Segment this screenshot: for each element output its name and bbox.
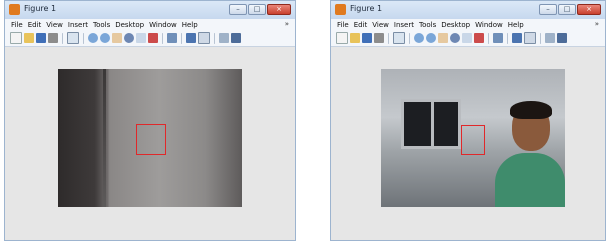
hide-plot-tools-icon[interactable] <box>219 33 229 43</box>
new-figure-icon[interactable] <box>336 32 348 44</box>
roi-rectangle <box>136 124 166 155</box>
legend-icon[interactable] <box>524 32 536 44</box>
zoom-out-icon[interactable] <box>426 33 436 43</box>
menu-tools[interactable]: Tools <box>419 21 436 29</box>
toolbar-separator <box>409 32 410 44</box>
toolbar-separator <box>388 32 389 44</box>
colorbar-icon[interactable] <box>186 33 196 43</box>
figure-window-left: Figure 1 – □ × File Edit View Insert Too… <box>4 0 296 241</box>
close-button[interactable]: × <box>267 4 291 15</box>
zoom-in-icon[interactable] <box>88 33 98 43</box>
figure-toolbar <box>5 30 295 47</box>
menu-edit[interactable]: Edit <box>354 21 368 29</box>
hide-plot-tools-icon[interactable] <box>545 33 555 43</box>
toolbar-separator <box>488 32 489 44</box>
toolbar-separator <box>162 32 163 44</box>
menu-insert[interactable]: Insert <box>68 21 88 29</box>
maximize-button[interactable]: □ <box>248 4 266 15</box>
menu-desktop[interactable]: Desktop <box>441 21 470 29</box>
window-title: Figure 1 <box>24 4 57 13</box>
edit-plot-icon[interactable] <box>67 32 79 44</box>
menu-help[interactable]: Help <box>508 21 524 29</box>
pan-icon[interactable] <box>112 33 122 43</box>
show-plot-tools-icon[interactable] <box>557 33 567 43</box>
person-face <box>495 97 565 207</box>
edit-plot-icon[interactable] <box>393 32 405 44</box>
data-cursor-icon[interactable] <box>136 33 146 43</box>
toolbar-separator <box>181 32 182 44</box>
roi-rectangle <box>461 125 485 155</box>
link-icon[interactable] <box>167 33 177 43</box>
figure-canvas <box>5 47 295 240</box>
menu-help[interactable]: Help <box>182 21 198 29</box>
menu-bar: File Edit View Insert Tools Desktop Wind… <box>331 19 605 30</box>
menu-file[interactable]: File <box>337 21 349 29</box>
zoom-out-icon[interactable] <box>100 33 110 43</box>
menu-desktop[interactable]: Desktop <box>115 21 144 29</box>
toolbar-separator <box>507 32 508 44</box>
minimize-button[interactable]: – <box>539 4 557 15</box>
background-window <box>401 99 461 149</box>
open-file-icon[interactable] <box>350 33 360 43</box>
matlab-icon <box>335 4 346 15</box>
rotate-3d-icon[interactable] <box>124 33 134 43</box>
webcam-frame-image <box>58 69 242 207</box>
data-cursor-icon[interactable] <box>462 33 472 43</box>
colorbar-icon[interactable] <box>512 33 522 43</box>
menu-insert[interactable]: Insert <box>394 21 414 29</box>
menu-edit[interactable]: Edit <box>28 21 42 29</box>
toolbar-separator <box>214 32 215 44</box>
zoom-in-icon[interactable] <box>414 33 424 43</box>
minimize-button[interactable]: – <box>229 4 247 15</box>
menu-overflow-icon[interactable]: » <box>595 20 599 28</box>
person-body <box>495 153 565 207</box>
figure-canvas <box>331 47 605 240</box>
legend-icon[interactable] <box>198 32 210 44</box>
show-plot-tools-icon[interactable] <box>231 33 241 43</box>
save-icon[interactable] <box>36 33 46 43</box>
matlab-icon <box>9 4 20 15</box>
open-file-icon[interactable] <box>24 33 34 43</box>
toolbar-separator <box>62 32 63 44</box>
new-figure-icon[interactable] <box>10 32 22 44</box>
menu-window[interactable]: Window <box>149 21 177 29</box>
brush-icon[interactable] <box>474 33 484 43</box>
rotate-3d-icon[interactable] <box>450 33 460 43</box>
print-icon[interactable] <box>48 33 58 43</box>
maximize-button[interactable]: □ <box>558 4 576 15</box>
toolbar-separator <box>83 32 84 44</box>
menu-overflow-icon[interactable]: » <box>285 20 289 28</box>
menu-window[interactable]: Window <box>475 21 503 29</box>
toolbar-separator <box>540 32 541 44</box>
person-hair <box>510 101 552 119</box>
save-icon[interactable] <box>362 33 372 43</box>
figure-window-right: Figure 1 – □ × File Edit View Insert Too… <box>330 0 606 241</box>
title-bar[interactable]: Figure 1 – □ × <box>5 1 295 19</box>
close-button[interactable]: × <box>577 4 601 15</box>
pan-icon[interactable] <box>438 33 448 43</box>
print-icon[interactable] <box>374 33 384 43</box>
menu-view[interactable]: View <box>372 21 389 29</box>
title-bar[interactable]: Figure 1 – □ × <box>331 1 605 19</box>
window-title: Figure 1 <box>350 4 383 13</box>
webcam-frame-image <box>381 69 565 207</box>
link-icon[interactable] <box>493 33 503 43</box>
menu-bar: File Edit View Insert Tools Desktop Wind… <box>5 19 295 30</box>
brush-icon[interactable] <box>148 33 158 43</box>
menu-view[interactable]: View <box>46 21 63 29</box>
menu-tools[interactable]: Tools <box>93 21 110 29</box>
figure-toolbar <box>331 30 605 47</box>
menu-file[interactable]: File <box>11 21 23 29</box>
